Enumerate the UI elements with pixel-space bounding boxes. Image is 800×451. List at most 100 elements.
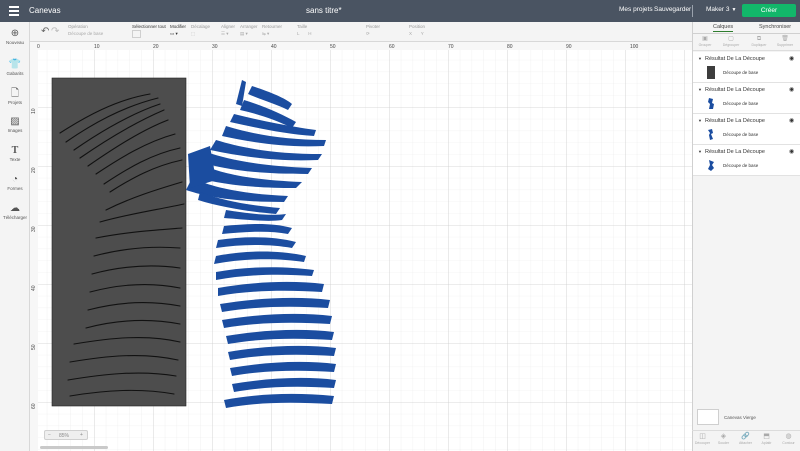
visibility-eye-icon[interactable]: ◉	[789, 86, 794, 93]
collapse-icon[interactable]: ▼	[698, 87, 702, 92]
duplicate-button[interactable]: ⧉ Dupliquer	[749, 36, 769, 47]
weld-icon: ◈	[720, 433, 727, 440]
visibility-eye-icon[interactable]: ◉	[789, 117, 794, 124]
tab-sync[interactable]: Synchroniser	[759, 24, 791, 30]
layer-group-1[interactable]: ▼ Résultat De La Découpe ◉ Découpe de bas…	[693, 52, 800, 83]
nav-projects[interactable]: 🗋 Projets	[0, 88, 30, 105]
flatten-label: Aplatir	[761, 441, 772, 445]
visibility-eye-icon[interactable]: ◉	[789, 148, 794, 155]
layer-group-name: Résultat De La Découpe	[704, 149, 765, 155]
blank-canvas-label: Canevas Vierge	[724, 415, 756, 420]
my-projects-link[interactable]: Mes projets	[619, 6, 653, 13]
contour-button[interactable]: ◍ Contour	[778, 433, 799, 445]
nav-shapes[interactable]: ◔ Formes	[0, 174, 30, 191]
weld-button[interactable]: ◈ Souder	[713, 433, 734, 445]
layer-group-name: Résultat De La Découpe	[704, 87, 765, 93]
slice-button[interactable]: ◫ Découper	[692, 433, 713, 445]
blank-canvas-thumbnail	[697, 409, 719, 425]
edit-group: Modifier ▭ ▾	[170, 24, 186, 37]
delete-button[interactable]: 🗑 Supprimer	[775, 36, 795, 47]
duplicate-label: Dupliquer	[751, 43, 767, 47]
collapse-icon[interactable]: ▼	[698, 149, 702, 154]
ruler-left-30: 30	[31, 226, 37, 232]
duplicate-icon: ⧉	[756, 36, 762, 42]
size-fields[interactable]: L H	[297, 31, 312, 36]
ruler-top-0: 0	[37, 44, 40, 50]
collapse-icon[interactable]: ▼	[698, 118, 702, 123]
align-dropdown[interactable]: ☰ ▾	[221, 31, 235, 37]
layer-group-4[interactable]: ▼ Résultat De La Découpe ◉ Découpe de bas…	[693, 145, 800, 176]
position-fields[interactable]: X Y	[409, 31, 425, 36]
blank-canvas-layer[interactable]: Canevas Vierge	[697, 409, 797, 429]
layer-group-2[interactable]: ▼ Résultat De La Découpe ◉ Découpe de bas…	[693, 83, 800, 114]
flip-dropdown[interactable]: ⇋ ▾	[262, 31, 282, 37]
rotate-field[interactable]: ⟳	[366, 31, 380, 37]
save-link[interactable]: Sauvegarder	[654, 6, 691, 13]
nav-templates-label: Gabarits	[6, 71, 24, 76]
zoom-out-button[interactable]: −	[48, 432, 51, 438]
layer-thumbnail	[707, 97, 715, 110]
operation-label: Opération	[68, 24, 88, 29]
flip-group: Retourner ⇋ ▾	[262, 24, 282, 37]
slice-label: Découper	[694, 441, 711, 445]
flip-label: Retourner	[262, 24, 283, 29]
undo-icon[interactable]: ↶	[41, 26, 49, 37]
flatten-icon: ⬒	[763, 433, 770, 440]
ruler-top-40: 40	[271, 44, 277, 50]
ungroup-icon: ▢	[728, 36, 734, 42]
rotate-label: Pivoter	[366, 24, 381, 29]
ruler-top-70: 70	[448, 44, 454, 50]
arrange-label: Arranger	[240, 24, 258, 29]
operation-group: Opération Découpe de base	[68, 24, 103, 36]
app-title: Canevas	[29, 6, 61, 15]
group-label: Grouper	[698, 43, 712, 47]
group-button[interactable]: ▣ Grouper	[695, 36, 715, 47]
contour-label: Contour	[782, 441, 795, 445]
image-icon: ▨	[10, 116, 20, 127]
edit-dropdown[interactable]: ▭ ▾	[170, 31, 186, 37]
layer-group-3[interactable]: ▼ Résultat De La Découpe ◉ Découpe de bas…	[693, 114, 800, 145]
ruler-top-90: 90	[566, 44, 572, 50]
slice-icon: ◫	[699, 433, 706, 440]
select-all-button[interactable]	[132, 30, 141, 38]
edit-toolbar: ↶ ↷ Opération Découpe de base Sélectionn…	[0, 22, 692, 42]
attach-icon: 🔗	[741, 433, 750, 440]
layer-thumbnail	[707, 66, 715, 79]
horizontal-scrollbar[interactable]	[40, 446, 108, 449]
collapse-icon[interactable]: ▼	[698, 56, 702, 61]
top-header: Canevas sans titre* Mes projets Sauvegar…	[0, 0, 800, 22]
visibility-eye-icon[interactable]: ◉	[789, 55, 794, 62]
arrange-dropdown[interactable]: ▤ ▾	[240, 31, 258, 37]
nav-images[interactable]: ▨ Images	[0, 116, 30, 133]
layer-group-title: ▼ Résultat De La Découpe	[698, 56, 765, 62]
ruler-top-50: 50	[330, 44, 336, 50]
dark-cut-panel[interactable]	[51, 77, 187, 407]
align-label: Aligner	[221, 24, 236, 29]
layer-thumbnail	[707, 159, 715, 172]
machine-selector[interactable]: Maker 3 ▼	[706, 6, 736, 13]
layers-panel: Calques Synchroniser ▣ Grouper ▢ Dégrouper…	[692, 22, 800, 451]
nav-upload[interactable]: ☁ Télécharger	[0, 203, 30, 220]
nav-new[interactable]: ⊕ Nouveau	[0, 28, 30, 45]
ruler-left-60: 60	[31, 403, 37, 409]
operation-select[interactable]: Découpe de base	[68, 31, 103, 36]
nav-templates[interactable]: 👕 Gabarits	[0, 59, 30, 76]
offset-icon[interactable]: ⬚	[191, 31, 210, 37]
ruler-top-20: 20	[153, 44, 159, 50]
nav-text[interactable]: T Texte	[0, 145, 30, 162]
position-label: Position	[409, 24, 426, 29]
design-canvas[interactable]: 0 10 20 30 40 50 60 70 80 90 100 10 20 3…	[30, 42, 692, 451]
flatten-button[interactable]: ⬒ Aplatir	[756, 433, 777, 445]
zoom-in-button[interactable]: +	[80, 432, 83, 438]
layer-group-title: ▼ Résultat De La Découpe	[698, 118, 765, 124]
ungroup-button[interactable]: ▢ Dégrouper	[721, 36, 741, 47]
arrange-group: Arranger ▤ ▾	[240, 24, 258, 37]
select-all-group: Sélectionner tout	[132, 24, 166, 39]
attach-button[interactable]: 🔗 Attacher	[735, 433, 756, 445]
offset-group: Décalage ⬚	[191, 24, 210, 37]
tab-layers[interactable]: Calques	[713, 24, 734, 32]
make-button[interactable]: Créer	[742, 4, 796, 17]
redo-icon[interactable]: ↷	[51, 26, 59, 37]
menu-icon[interactable]	[9, 6, 19, 16]
ruler-top-100: 100	[630, 44, 639, 50]
